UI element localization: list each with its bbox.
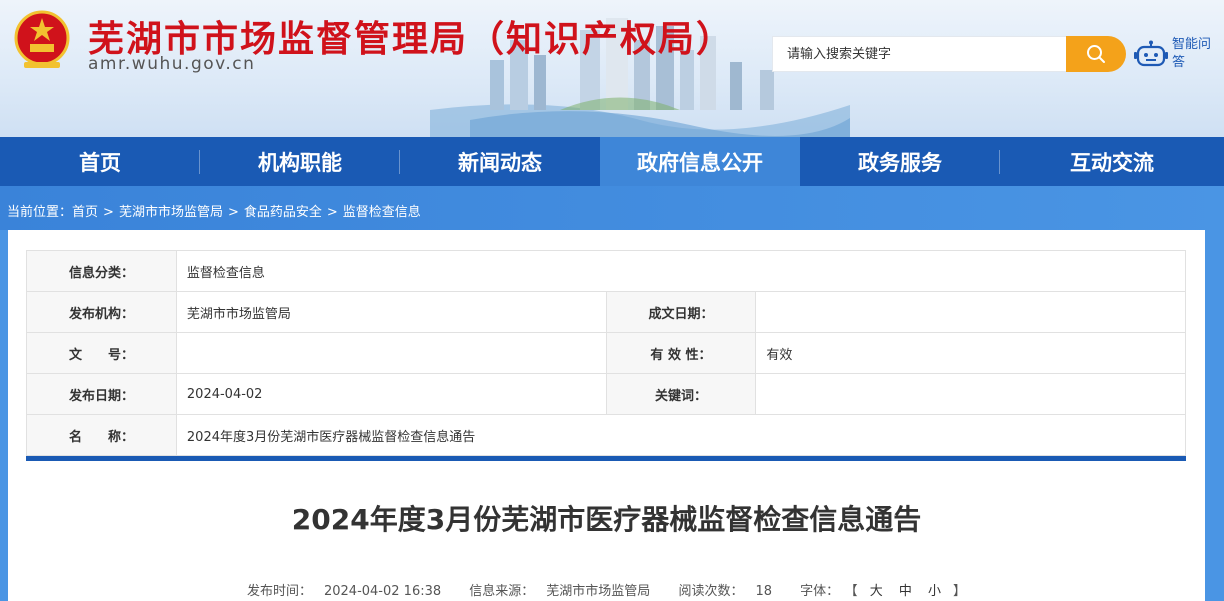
nav-item-label: 政务服务 — [858, 150, 942, 175]
info-source-label: 信息来源： — [469, 584, 535, 599]
breadcrumb: 当前位置：首页 > 芜湖市市场监管局 > 食品药品安全 > 监督检查信息 — [7, 201, 421, 220]
main-content: 信息分类： 监督检查信息 发布机构： 芜湖市市场监管局 成文日期： 文 号： 有… — [8, 230, 1205, 601]
category-label: 信息分类： — [26, 250, 177, 292]
created-date-value — [755, 291, 1186, 333]
breadcrumb-bar: 当前位置：首页 > 芜湖市市场监管局 > 食品药品安全 > 监督检查信息 — [0, 186, 1224, 230]
nav-item-functions[interactable]: 机构职能 — [200, 137, 400, 186]
smart-qa-button[interactable]: 智能问答 — [1134, 36, 1224, 76]
table-row: 发布机构： 芜湖市市场监管局 成文日期： — [26, 291, 1186, 333]
site-domain: amr.wuhu.gov.cn — [88, 54, 256, 74]
view-count-label: 阅读次数： — [678, 584, 744, 599]
breadcrumb-link-food-drug[interactable]: 食品药品安全 — [244, 205, 322, 220]
view-count-value: 18 — [755, 584, 773, 599]
publish-time: 发布时间： 2024-04-02 16:38 — [241, 584, 447, 599]
font-bracket-open: 【 — [851, 584, 858, 599]
article-meta: 发布时间： 2024-04-02 16:38 信息来源： 芜湖市市场监管局 阅读次数… — [8, 580, 1205, 599]
publish-time-value: 2024-04-02 16:38 — [323, 584, 442, 599]
font-size-control: 字体： 【大 中 小】 — [794, 584, 972, 599]
nav-item-interaction[interactable]: 互动交流 — [1000, 137, 1224, 186]
doc-number-value — [175, 332, 607, 374]
robot-icon — [1134, 40, 1168, 67]
right-side-band — [1205, 230, 1224, 601]
publish-time-label: 发布时间： — [246, 584, 312, 599]
table-row: 文 号： 有 效 性： 有效 — [26, 332, 1186, 374]
publisher-value: 芜湖市市场监管局 — [175, 291, 607, 333]
nav-item-label: 机构职能 — [258, 150, 342, 175]
nav-item-label: 互动交流 — [1070, 150, 1154, 175]
keywords-value — [755, 373, 1186, 415]
info-table: 信息分类： 监督检查信息 发布机构： 芜湖市市场监管局 成文日期： 文 号： 有… — [26, 250, 1187, 456]
breadcrumb-separator: > — [227, 205, 239, 220]
smart-qa-label: 智能问答 — [1172, 37, 1212, 70]
font-medium-button[interactable]: 中 — [899, 584, 912, 599]
table-row: 发布日期： 2024-04-02 关键词： — [26, 373, 1186, 415]
nav-item-news[interactable]: 新闻动态 — [400, 137, 600, 186]
search-box — [772, 36, 1066, 72]
search-input[interactable] — [773, 37, 1066, 71]
font-bracket-close: 】 — [953, 584, 967, 599]
nav-item-label: 新闻动态 — [458, 150, 542, 175]
main-nav: 首页 机构职能 新闻动态 政府信息公开 政务服务 互动交流 — [0, 137, 1224, 186]
doc-name-label: 名 称： — [26, 414, 177, 456]
search-icon — [1087, 45, 1105, 63]
font-small-button[interactable]: 小 — [928, 584, 941, 599]
breadcrumb-link-bureau[interactable]: 芜湖市市场监管局 — [119, 205, 223, 220]
keywords-label: 关键词： — [605, 373, 757, 415]
font-large-button[interactable]: 大 — [870, 584, 883, 599]
info-source-value: 芜湖市市场监管局 — [546, 584, 651, 599]
created-date-label: 成文日期： — [605, 291, 757, 333]
left-side-band — [0, 230, 8, 601]
publish-date-label: 发布日期： — [26, 373, 177, 415]
font-size-label: 字体： — [800, 584, 840, 599]
table-row: 信息分类： 监督检查信息 — [26, 250, 1187, 292]
table-row: 名 称： 2024年度3月份芜湖市医疗器械监督检查信息通告 — [26, 414, 1187, 456]
validity-label: 有 效 性： — [605, 332, 757, 374]
nav-item-home[interactable]: 首页 — [0, 137, 200, 186]
breadcrumb-link-inspection[interactable]: 监督检查信息 — [343, 205, 421, 220]
publisher-label: 发布机构： — [26, 291, 177, 333]
nav-item-label: 首页 — [79, 150, 121, 175]
breadcrumb-separator: > — [103, 205, 114, 220]
validity-value: 有效 — [755, 332, 1186, 374]
site-header: 芜湖市市场监督管理局（知识产权局） amr.wuhu.gov.cn 智能问答 — [0, 0, 1224, 137]
breadcrumb-link-home[interactable]: 首页 — [72, 205, 98, 220]
table-divider-bar — [26, 456, 1186, 461]
national-emblem-icon — [14, 10, 70, 68]
view-count: 阅读次数： 18 — [672, 584, 778, 599]
info-source: 信息来源： 芜湖市市场监管局 — [463, 584, 656, 599]
doc-name-value: 2024年度3月份芜湖市医疗器械监督检查信息通告 — [175, 414, 1187, 456]
nav-item-services[interactable]: 政务服务 — [800, 137, 1000, 186]
breadcrumb-separator: > — [326, 205, 338, 220]
category-value: 监督检查信息 — [175, 250, 1187, 292]
article-title: 2024年度3月份芜湖市医疗器械监督检查信息通告 — [291, 503, 922, 536]
nav-item-label: 政府信息公开 — [637, 150, 763, 175]
search-button[interactable] — [1066, 36, 1126, 72]
nav-item-gov-info[interactable]: 政府信息公开 — [600, 137, 800, 186]
publish-date-value: 2024-04-02 — [175, 373, 607, 415]
breadcrumb-prefix: 当前位置： — [7, 205, 73, 220]
doc-number-label: 文 号： — [26, 332, 177, 374]
